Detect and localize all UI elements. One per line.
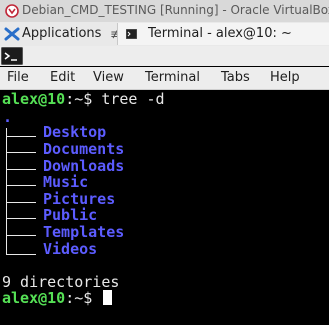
terminal-toolbar xyxy=(0,46,329,66)
terminal-icon[interactable] xyxy=(1,47,23,65)
prompt-path: :~$ xyxy=(65,289,93,307)
menu-help[interactable]: Help xyxy=(270,70,300,85)
terminal-menubar: File Edit View Terminal Tabs Help xyxy=(0,67,329,90)
tree-branch xyxy=(6,136,36,137)
tree-entry-videos: Videos xyxy=(43,240,98,258)
virtualbox-icon xyxy=(5,4,19,18)
command-line: alex@10:~$ tree -d xyxy=(2,91,165,108)
applications-label: Applications xyxy=(22,26,102,41)
tree-branch xyxy=(6,202,36,203)
menu-file[interactable]: File xyxy=(7,70,29,85)
prompt-line: alex@10:~$ xyxy=(2,289,113,307)
menu-edit[interactable]: Edit xyxy=(50,70,75,85)
host-titlebar[interactable]: Debian_CMD_TESTING [Running] - Oracle Vi… xyxy=(0,0,329,23)
prompt-user-host: alex@10 xyxy=(2,289,66,307)
tree-entry-public: Public xyxy=(43,206,98,224)
prompt-path: :~$ xyxy=(65,90,93,108)
tree-branch xyxy=(6,254,36,255)
tree-entry-templates: Templates xyxy=(43,223,125,241)
prompt-user-host: alex@10 xyxy=(2,90,66,108)
tree-entry-desktop: Desktop xyxy=(43,123,107,141)
tree-branch xyxy=(6,218,36,219)
tree-entry-music: Music xyxy=(43,173,89,191)
text-cursor xyxy=(103,290,113,305)
taskbar-terminal-label: Terminal - alex@10: ~ xyxy=(148,26,292,41)
menu-view[interactable]: View xyxy=(93,70,124,85)
tree-branch xyxy=(6,185,36,186)
window-title: Debian_CMD_TESTING [Running] - Oracle Vi… xyxy=(22,3,329,17)
tree-root: . xyxy=(3,108,13,126)
tree-branch xyxy=(6,152,36,153)
menu-terminal[interactable]: Terminal xyxy=(145,70,200,85)
taskbar-terminal-button[interactable]: Terminal - alex@10: ~ xyxy=(117,23,329,45)
applications-menu-button[interactable]: Applications ≢ xyxy=(0,22,120,46)
tree-entry-documents: Documents xyxy=(43,140,125,158)
terminal-output[interactable]: alex@10:~$ tree -d . Desktop Documents D… xyxy=(0,90,329,325)
guest-top-panel: Applications ≢ Terminal - alex@10: ~ xyxy=(0,22,329,47)
tree-branch xyxy=(6,169,36,170)
command-text: tree -d xyxy=(101,90,165,108)
xfce-mouse-icon xyxy=(4,27,20,41)
menu-tabs[interactable]: Tabs xyxy=(221,70,250,85)
tree-branch xyxy=(6,235,36,236)
terminal-icon xyxy=(126,29,137,39)
